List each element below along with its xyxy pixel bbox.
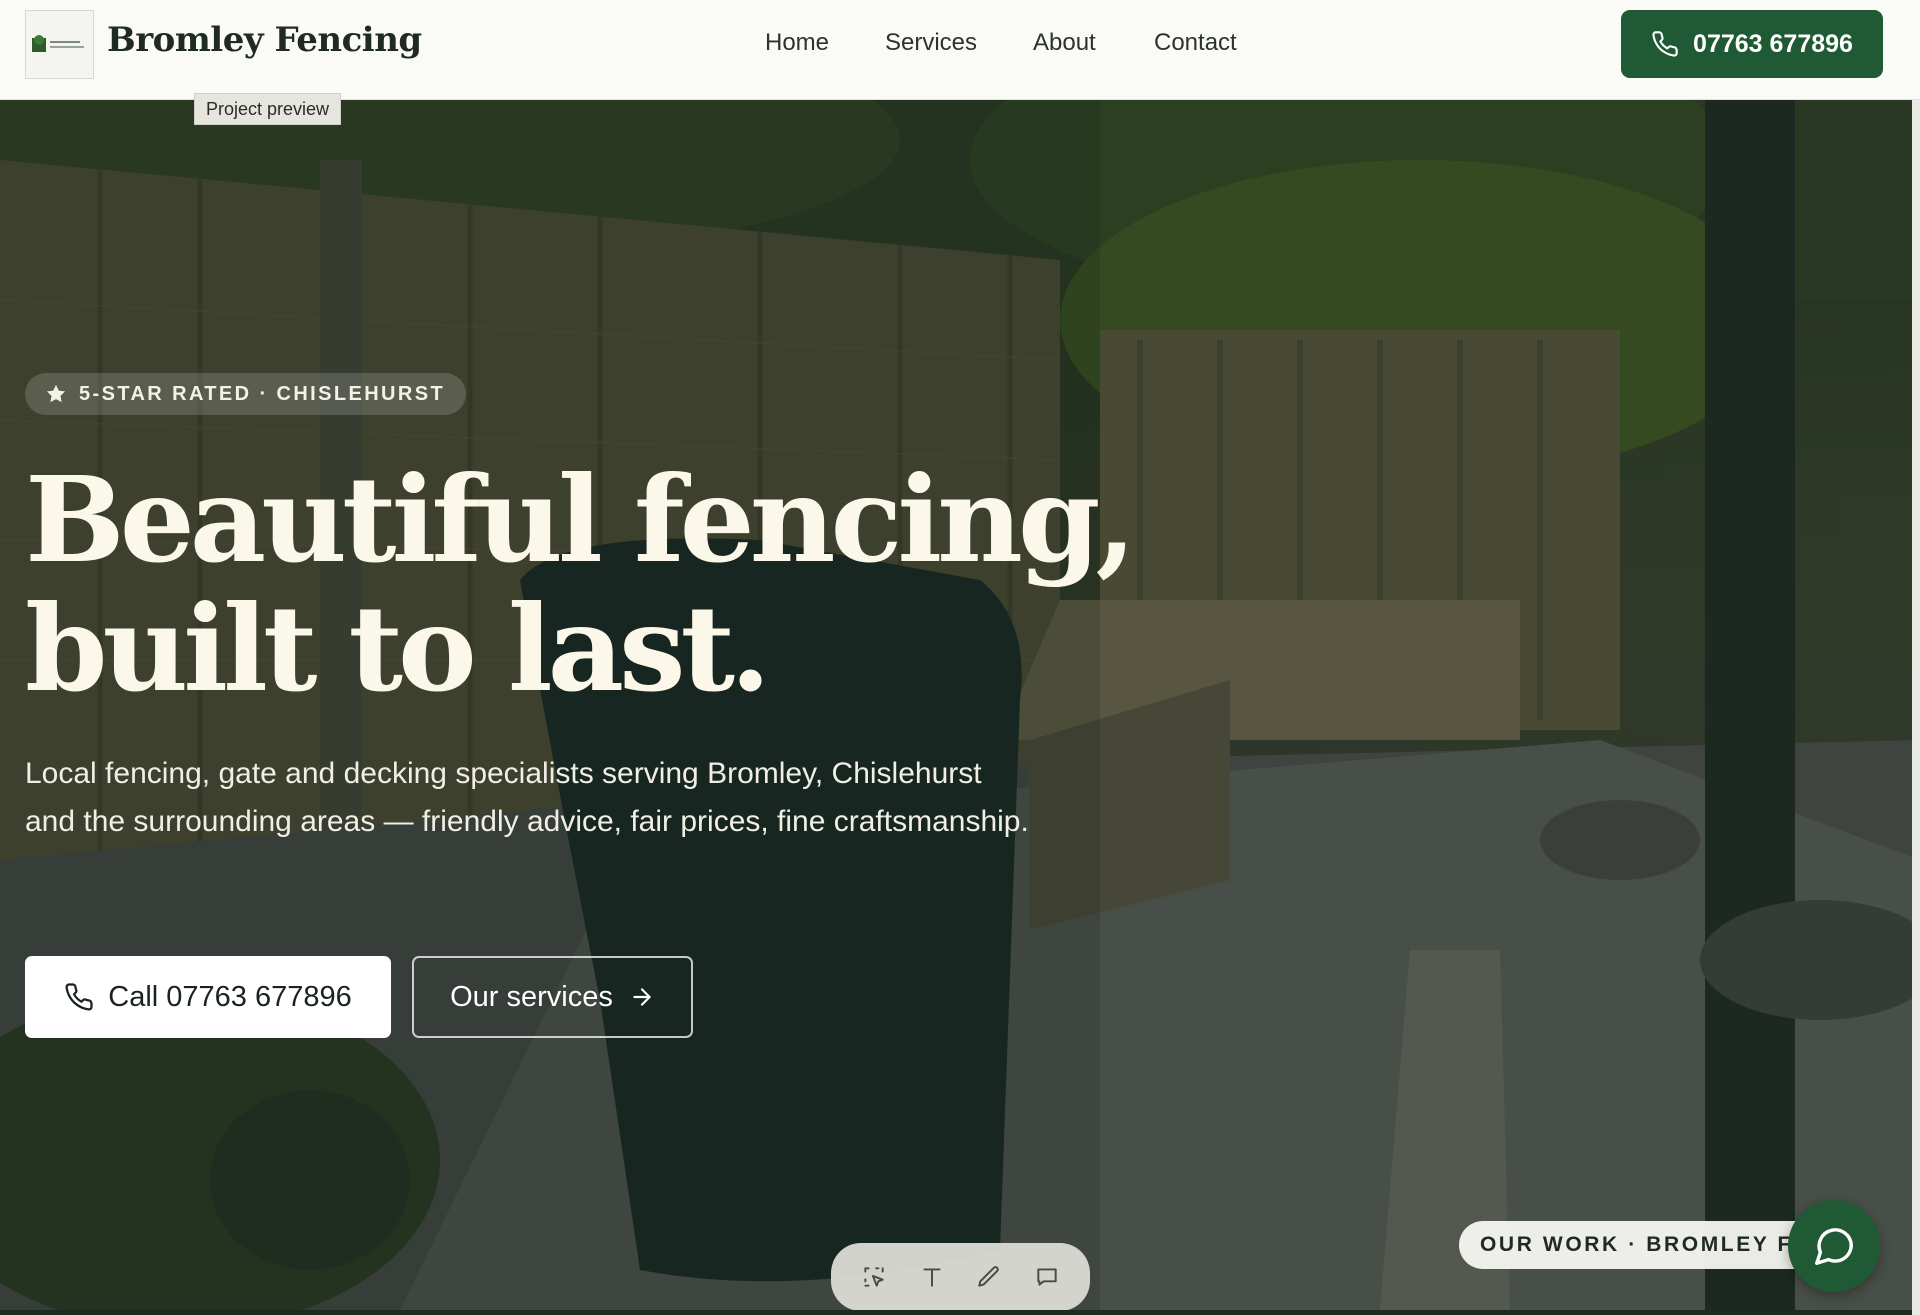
rating-badge-label: 5-STAR RATED · CHISLEHURST xyxy=(79,382,446,405)
text-tool[interactable] xyxy=(912,1257,952,1297)
phone-icon xyxy=(65,983,93,1011)
star-icon xyxy=(46,384,66,403)
comment-tool[interactable] xyxy=(1027,1257,1067,1297)
text-icon xyxy=(923,1268,941,1287)
site-logo[interactable] xyxy=(25,10,94,79)
hero-content: 5-STAR RATED · CHISLEHURST Beautiful fen… xyxy=(0,100,1920,1310)
nav-services[interactable]: Services xyxy=(885,29,977,57)
our-services-button[interactable]: Our services xyxy=(412,956,693,1038)
project-preview-tooltip: Project preview xyxy=(194,93,342,125)
logo-mark-icon xyxy=(31,34,84,52)
hero-subtitle: Local fencing, gate and decking speciali… xyxy=(25,757,1029,838)
brand-name[interactable]: Bromley Fencing xyxy=(107,20,422,60)
chat-bubble-icon xyxy=(1815,1228,1853,1265)
phone-icon xyxy=(1652,31,1678,57)
header-phone-button[interactable]: 07763 677896 xyxy=(1621,10,1883,78)
rating-badge: 5-STAR RATED · CHISLEHURST xyxy=(25,373,467,415)
select-tool[interactable] xyxy=(854,1257,894,1297)
hero-section: 5-STAR RATED · CHISLEHURST Beautiful fen… xyxy=(0,100,1920,1310)
arrow-right-icon xyxy=(633,988,651,1006)
select-icon xyxy=(864,1267,884,1287)
chat-button[interactable] xyxy=(1788,1200,1880,1292)
our-work-label: OUR WORK · BROMLEY FENCING xyxy=(1459,1221,1831,1269)
editor-toolbar xyxy=(831,1243,1090,1310)
hero-headline: Beautiful fencing, built to last. xyxy=(25,450,1137,718)
call-button[interactable]: Call 07763 677896 xyxy=(25,956,391,1038)
nav-home[interactable]: Home xyxy=(765,29,829,57)
our-services-label: Our services xyxy=(450,980,613,1013)
nav-about[interactable]: About xyxy=(1033,29,1096,57)
header-phone-label: 07763 677896 xyxy=(1693,29,1853,58)
draw-tool[interactable] xyxy=(969,1257,1009,1297)
page-scrollbar[interactable] xyxy=(1912,0,1920,1315)
site-header: Bromley Fencing Home Services About Cont… xyxy=(0,0,1920,100)
call-button-label: Call 07763 677896 xyxy=(108,980,352,1013)
pencil-icon xyxy=(978,1266,1000,1287)
nav-contact[interactable]: Contact xyxy=(1154,29,1237,57)
comment-icon xyxy=(1037,1268,1057,1286)
